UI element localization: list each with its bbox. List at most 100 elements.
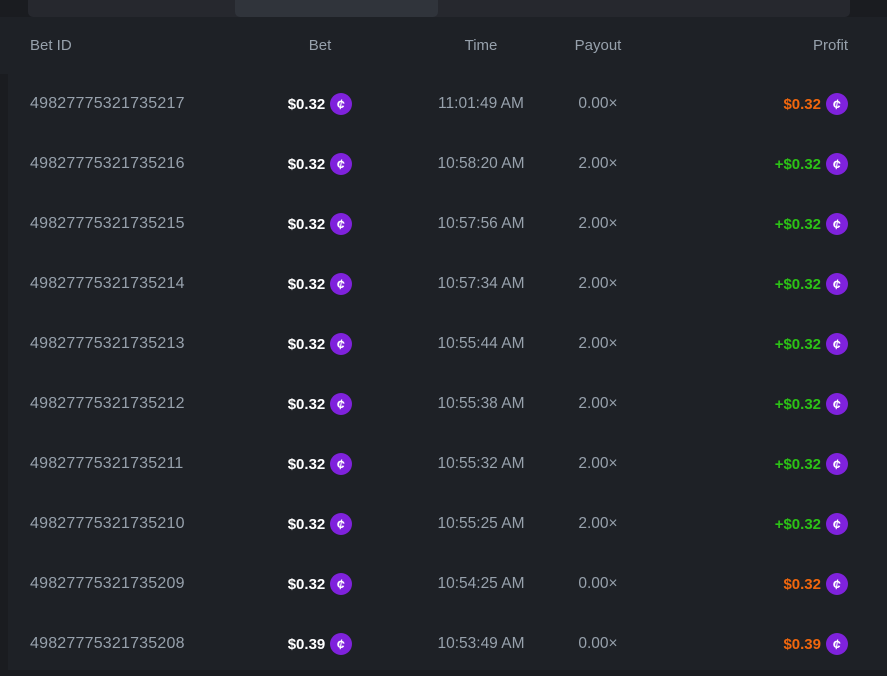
bet-amount-cell: $0.32 ¢ — [230, 453, 410, 475]
profit-amount: +$0.32 — [775, 276, 821, 293]
bet-time: 11:01:49 AM — [410, 95, 552, 113]
bet-profit-cell: +$0.32 ¢ — [644, 213, 848, 235]
bet-time: 10:55:25 AM — [410, 515, 552, 533]
bet-amount-cell: $0.32 ¢ — [230, 393, 410, 415]
table-row[interactable]: 49827775321735217 $0.32 ¢ 11:01:49 AM 0.… — [8, 74, 887, 134]
bet-payout-multiplier: 2.00× — [552, 155, 644, 173]
bet-amount-cell: $0.32 ¢ — [230, 213, 410, 235]
bet-amount-cell: $0.32 ¢ — [230, 153, 410, 175]
bet-time: 10:55:38 AM — [410, 395, 552, 413]
table-row[interactable]: 49827775321735213 $0.32 ¢ 10:55:44 AM 2.… — [8, 314, 887, 374]
profit-amount: +$0.32 — [775, 216, 821, 233]
bet-amount: $0.39 — [288, 636, 326, 653]
bet-amount: $0.32 — [288, 516, 326, 533]
bet-id: 49827775321735211 — [30, 455, 230, 473]
table-row[interactable]: 49827775321735214 $0.32 ¢ 10:57:34 AM 2.… — [8, 254, 887, 314]
coin-glyph: ¢ — [832, 96, 842, 111]
profit-amount: +$0.32 — [775, 336, 821, 353]
coin-glyph: ¢ — [336, 516, 346, 531]
coin-glyph: ¢ — [832, 516, 842, 531]
table-row[interactable]: 49827775321735210 $0.32 ¢ 10:55:25 AM 2.… — [8, 494, 887, 554]
bet-id: 49827775321735214 — [30, 275, 230, 293]
coin-icon: ¢ — [826, 513, 848, 535]
bet-profit-cell: +$0.32 ¢ — [644, 273, 848, 295]
profit-amount: +$0.32 — [775, 516, 821, 533]
bet-profit-cell: +$0.32 ¢ — [644, 393, 848, 415]
table-row[interactable]: 49827775321735212 $0.32 ¢ 10:55:38 AM 2.… — [8, 374, 887, 434]
coin-icon: ¢ — [826, 273, 848, 295]
bet-amount: $0.32 — [288, 276, 326, 293]
coin-glyph: ¢ — [336, 336, 346, 351]
table-row[interactable]: 49827775321735215 $0.32 ¢ 10:57:56 AM 2.… — [8, 194, 887, 254]
coin-glyph: ¢ — [336, 96, 346, 111]
coin-icon: ¢ — [826, 633, 848, 655]
table-row[interactable]: 49827775321735208 $0.39 ¢ 10:53:49 AM 0.… — [8, 614, 887, 670]
profit-amount: +$0.32 — [775, 396, 821, 413]
bet-amount-cell: $0.32 ¢ — [230, 573, 410, 595]
coin-glyph: ¢ — [832, 276, 842, 291]
table-header-band: Bet ID Bet Time Payout Profit — [0, 17, 887, 74]
coin-icon: ¢ — [826, 453, 848, 475]
coin-glyph: ¢ — [832, 156, 842, 171]
column-header-bet-id: Bet ID — [30, 37, 230, 54]
bet-time: 10:57:56 AM — [410, 215, 552, 233]
coin-glyph: ¢ — [336, 636, 346, 651]
bet-id: 49827775321735213 — [30, 335, 230, 353]
coin-glyph: ¢ — [832, 636, 842, 651]
tab-segment-1[interactable] — [28, 0, 235, 17]
profit-amount: +$0.32 — [775, 456, 821, 473]
bet-id: 49827775321735217 — [30, 95, 230, 113]
bet-payout-multiplier: 2.00× — [552, 515, 644, 533]
bet-payout-multiplier: 0.00× — [552, 635, 644, 653]
bet-payout-multiplier: 0.00× — [552, 575, 644, 593]
table-row[interactable]: 49827775321735209 $0.32 ¢ 10:54:25 AM 0.… — [8, 554, 887, 614]
bet-id: 49827775321735208 — [30, 635, 230, 653]
bet-time: 10:53:49 AM — [410, 635, 552, 653]
coin-icon: ¢ — [826, 393, 848, 415]
coin-glyph: ¢ — [336, 276, 346, 291]
bet-id: 49827775321735215 — [30, 215, 230, 233]
bet-id: 49827775321735210 — [30, 515, 230, 533]
coin-glyph: ¢ — [336, 396, 346, 411]
column-header-bet: Bet — [230, 37, 410, 54]
coin-icon: ¢ — [826, 93, 848, 115]
bet-time: 10:57:34 AM — [410, 275, 552, 293]
coin-glyph: ¢ — [336, 216, 346, 231]
bet-amount: $0.32 — [288, 156, 326, 173]
coin-glyph: ¢ — [336, 456, 346, 471]
bet-time: 10:58:20 AM — [410, 155, 552, 173]
bet-time: 10:54:25 AM — [410, 575, 552, 593]
bets-table: 49827775321735217 $0.32 ¢ 11:01:49 AM 0.… — [8, 74, 887, 670]
profit-amount: $0.32 — [783, 576, 821, 593]
bet-amount-cell: $0.32 ¢ — [230, 273, 410, 295]
column-header-time: Time — [410, 37, 552, 54]
coin-icon: ¢ — [330, 213, 352, 235]
coin-glyph: ¢ — [336, 576, 346, 591]
profit-amount: $0.32 — [783, 96, 821, 113]
coin-icon: ¢ — [330, 153, 352, 175]
bet-payout-multiplier: 2.00× — [552, 395, 644, 413]
coin-glyph: ¢ — [832, 576, 842, 591]
coin-icon: ¢ — [826, 573, 848, 595]
table-row[interactable]: 49827775321735216 $0.32 ¢ 10:58:20 AM 2.… — [8, 134, 887, 194]
profit-amount: +$0.32 — [775, 156, 821, 173]
coin-icon: ¢ — [330, 453, 352, 475]
bet-amount: $0.32 — [288, 96, 326, 113]
coin-icon: ¢ — [826, 153, 848, 175]
coin-icon: ¢ — [330, 333, 352, 355]
bet-profit-cell: $0.32 ¢ — [644, 93, 848, 115]
tab-segment-2[interactable] — [438, 0, 850, 17]
tab-segment-active[interactable] — [235, 0, 438, 17]
table-row[interactable]: 49827775321735211 $0.32 ¢ 10:55:32 AM 2.… — [8, 434, 887, 494]
coin-icon: ¢ — [330, 273, 352, 295]
bet-id: 49827775321735209 — [30, 575, 230, 593]
bet-time: 10:55:44 AM — [410, 335, 552, 353]
bet-id: 49827775321735216 — [30, 155, 230, 173]
bet-amount: $0.32 — [288, 456, 326, 473]
coin-icon: ¢ — [330, 573, 352, 595]
bet-time: 10:55:32 AM — [410, 455, 552, 473]
coin-icon: ¢ — [330, 513, 352, 535]
bet-amount-cell: $0.32 ¢ — [230, 513, 410, 535]
bet-profit-cell: +$0.32 ¢ — [644, 513, 848, 535]
coin-icon: ¢ — [330, 393, 352, 415]
